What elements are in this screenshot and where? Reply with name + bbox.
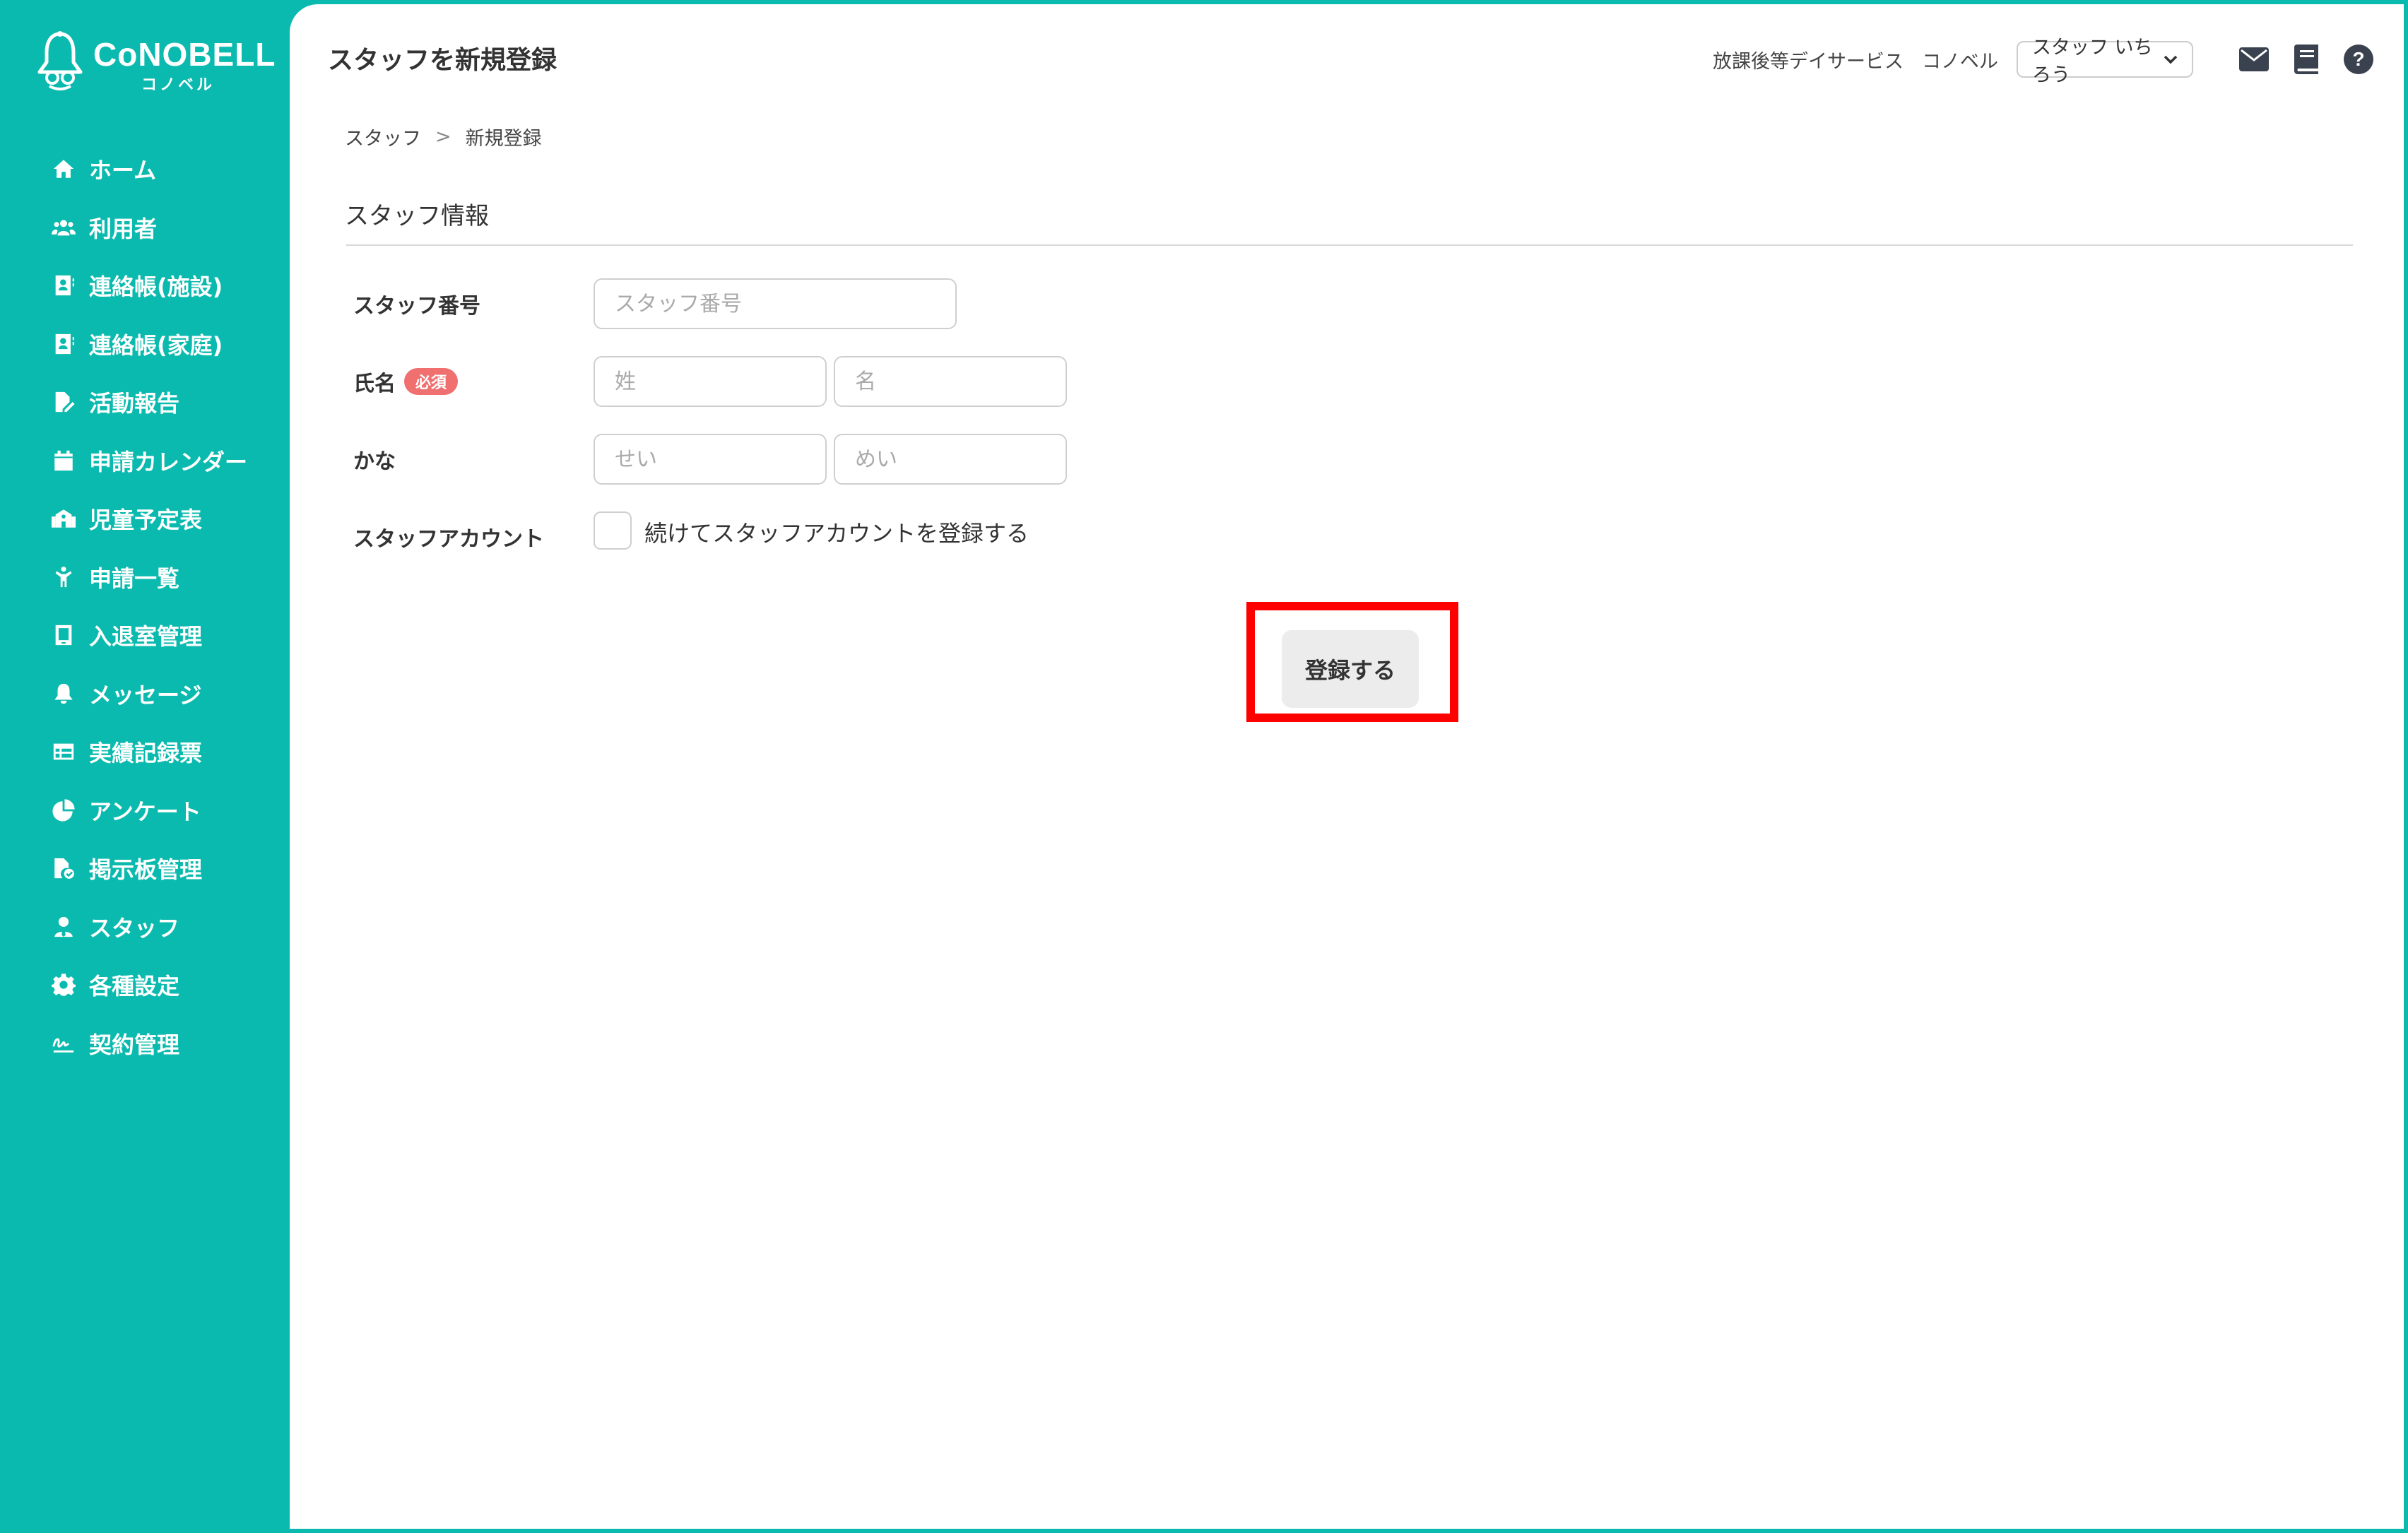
sidebar-item-bulletin[interactable]: 掲示板管理 (0, 839, 288, 898)
sidebar-item-label: 各種設定 (89, 973, 180, 1000)
calendar-icon (51, 448, 76, 473)
name-label: 氏名 (353, 372, 396, 396)
staff-account-label: スタッフアカウント (353, 527, 544, 552)
header-toolbar: 放課後等デイサービス コノベル スタッフ いちろう ? (1713, 37, 2375, 86)
sidebar-item-label: メッセージ (89, 681, 202, 709)
sidebar-item-survey[interactable]: アンケート (0, 781, 288, 840)
sidebar-item-entry-exit[interactable]: 入退室管理 (0, 606, 288, 665)
file-pen-icon (51, 389, 76, 415)
last-name-input[interactable] (594, 356, 827, 407)
sidebar-item-label: 申請カレンダー (89, 448, 248, 475)
user-select-value: スタッフ いちろう (2032, 37, 2153, 86)
bell-icon (51, 681, 76, 706)
file-check-icon (51, 856, 76, 881)
last-name-kana-input[interactable] (594, 434, 827, 485)
breadcrumb-current: 新規登録 (465, 128, 542, 150)
sidebar-item-label: 実績記録票 (89, 740, 203, 767)
breadcrumb-parent-link[interactable]: スタッフ (345, 123, 421, 150)
sidebar-item-performance-record[interactable]: 実績記録票 (0, 723, 288, 781)
facility-name: 放課後等デイサービス (1713, 50, 1904, 73)
breadcrumb-separator: > (435, 126, 452, 148)
sidebar-item-request-list[interactable]: 申請一覧 (0, 548, 288, 607)
first-name-kana-input[interactable] (834, 434, 1067, 485)
section-divider (346, 244, 2353, 246)
sidebar-item-notebook-home[interactable]: 連絡帳(家庭) (0, 315, 288, 374)
table-icon (51, 739, 76, 764)
sidebar-nav: ホーム 利用者 連絡帳(施設) 連絡帳(家庭) 活動報告 申請カレンダー 児童予… (0, 140, 288, 1072)
sidebar-item-label: アンケート (89, 798, 201, 825)
sidebar-item-child-schedule[interactable]: 児童予定表 (0, 490, 288, 548)
sidebar-item-settings[interactable]: 各種設定 (0, 956, 288, 1014)
book-icon[interactable] (2289, 42, 2323, 76)
sidebar-item-label: 連絡帳(施設) (89, 273, 223, 301)
gear-icon (51, 972, 76, 998)
tablet-icon (51, 622, 76, 648)
home-icon (51, 156, 76, 182)
school-icon (51, 506, 76, 531)
sidebar: CoNOBELL コノベル ホーム 利用者 連絡帳(施設) 連絡帳(家庭) 活動… (0, 0, 288, 1533)
breadcrumb: スタッフ > 新規登録 (345, 123, 542, 150)
sidebar-item-label: 掲示板管理 (89, 856, 203, 884)
signature-icon (51, 1031, 76, 1056)
help-icon[interactable]: ? (2342, 42, 2375, 76)
users-icon (51, 215, 76, 240)
sidebar-item-label: 活動報告 (89, 390, 180, 418)
sidebar-item-activity-report[interactable]: 活動報告 (0, 373, 288, 432)
required-badge: 必須 (404, 368, 459, 395)
address-book-icon (51, 331, 76, 357)
address-book-icon (51, 273, 76, 298)
user-tie-icon (51, 914, 76, 940)
brand-name: CoNOBELL (93, 36, 276, 73)
kana-label: かな (353, 449, 396, 474)
page-title: スタッフを新規登録 (328, 46, 557, 75)
sidebar-item-label: 申請一覧 (89, 564, 180, 592)
sidebar-item-users[interactable]: 利用者 (0, 199, 288, 257)
sidebar-item-notebook-facility[interactable]: 連絡帳(施設) (0, 256, 288, 315)
staff-number-label: スタッフ番号 (353, 294, 480, 319)
chevron-down-icon (2164, 51, 2178, 69)
register-account-checkbox-label[interactable]: 続けてスタッフアカウントを登録する (644, 516, 1029, 548)
organization-name: コノベル (1922, 50, 1998, 73)
register-account-checkbox[interactable] (594, 511, 632, 550)
mail-icon[interactable] (2237, 42, 2271, 76)
staff-number-input[interactable] (594, 278, 957, 329)
sidebar-item-label: ホーム (89, 157, 157, 184)
sidebar-item-label: 契約管理 (89, 1031, 180, 1058)
register-button[interactable]: 登録する (1282, 630, 1419, 708)
section-title: スタッフ情報 (345, 202, 489, 230)
first-name-input[interactable] (834, 356, 1067, 407)
sidebar-item-messages[interactable]: メッセージ (0, 665, 288, 723)
svg-text:?: ? (2352, 48, 2364, 70)
sidebar-item-label: スタッフ (89, 914, 180, 942)
user-select[interactable]: スタッフ いちろう (2017, 37, 2193, 86)
brand-logo[interactable]: CoNOBELL コノベル (35, 31, 275, 95)
sidebar-item-request-calendar[interactable]: 申請カレンダー (0, 432, 288, 490)
brand-subname: コノベル (141, 76, 216, 94)
bell-logo-icon (37, 31, 83, 90)
sidebar-item-contract[interactable]: 契約管理 (0, 1014, 288, 1073)
sidebar-item-label: 連絡帳(家庭) (89, 331, 223, 359)
sidebar-item-home[interactable]: ホーム (0, 140, 288, 199)
main-panel: スタッフを新規登録 放課後等デイサービス コノベル スタッフ いちろう ? スタ… (290, 4, 2404, 1529)
sidebar-item-label: 入退室管理 (89, 623, 203, 651)
sidebar-item-label: 児童予定表 (89, 507, 203, 534)
name-label-group: 氏名 必須 (353, 366, 459, 397)
pie-chart-icon (51, 798, 76, 823)
sidebar-item-staff[interactable]: スタッフ (0, 898, 288, 957)
child-icon (51, 564, 76, 590)
sidebar-item-label: 利用者 (89, 215, 158, 242)
